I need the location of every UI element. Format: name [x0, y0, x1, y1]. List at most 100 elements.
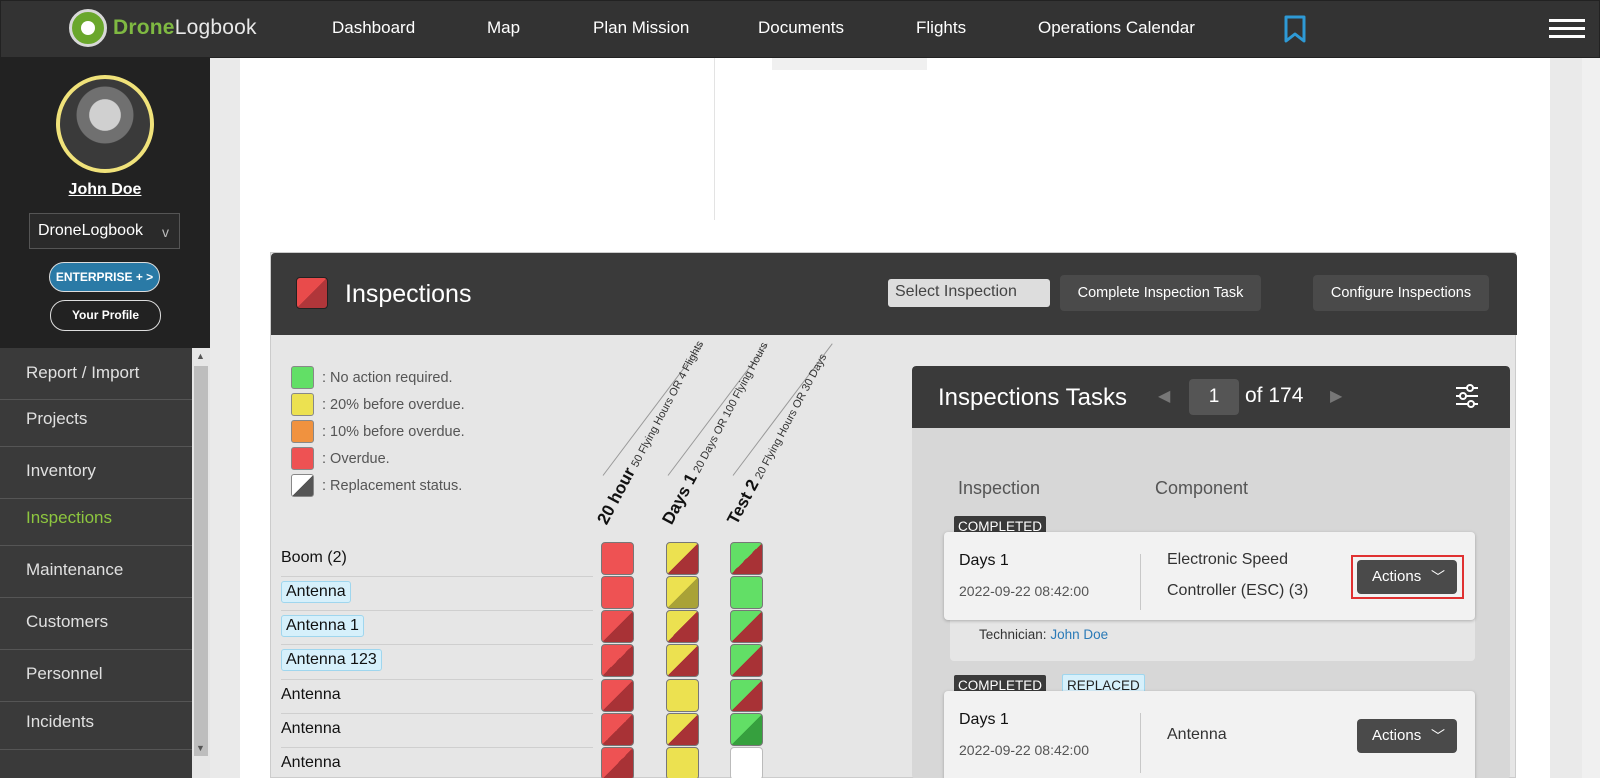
- component-row-label[interactable]: Antenna 1: [281, 615, 364, 637]
- org-select[interactable]: DroneLogbook v: [29, 213, 180, 249]
- task-date: 2022-09-22 08:42:00: [959, 583, 1089, 599]
- component-row-label[interactable]: Antenna: [281, 754, 341, 772]
- status-cell[interactable]: [730, 747, 763, 778]
- status-cell[interactable]: [730, 713, 763, 746]
- sidebar-item-customers[interactable]: Customers: [0, 598, 192, 650]
- page-number-input[interactable]: 1: [1189, 379, 1239, 415]
- legend-item: : No action required.: [291, 366, 453, 389]
- select-inspection-dropdown[interactable]: Select Inspection: [888, 279, 1050, 307]
- nav-map[interactable]: Map: [487, 18, 520, 38]
- chevron-down-icon: ﹀: [1431, 569, 1445, 585]
- logo-icon: [69, 9, 107, 47]
- column-header-inspection: Inspection: [958, 478, 1041, 498]
- sidebar-item-report-import[interactable]: Report / Import: [0, 351, 192, 400]
- status-cell[interactable]: [666, 679, 699, 712]
- status-cell[interactable]: [666, 610, 699, 643]
- legend-swatch: [291, 474, 314, 497]
- inspection-tasks-card: Inspections Tasks ◀ 1 of 174 ▶ Inspectio…: [912, 366, 1510, 778]
- panel-title: Inspections: [345, 280, 472, 308]
- next-page-icon[interactable]: ▶: [1330, 386, 1342, 406]
- actions-dropdown-button[interactable]: Actions ﹀: [1357, 560, 1457, 594]
- filter-settings-icon[interactable]: [1456, 384, 1478, 408]
- sidebar-item-personnel[interactable]: Personnel: [0, 650, 192, 702]
- sidebar-item-projects[interactable]: Projects: [0, 400, 192, 447]
- row-divider: [281, 610, 593, 611]
- task-card[interactable]: Days 1 2022-09-22 08:42:00 Antenna Actio…: [944, 691, 1475, 778]
- tasks-title: Inspections Tasks: [938, 384, 1127, 411]
- nav-dashboard[interactable]: Dashboard: [332, 18, 415, 38]
- status-cell[interactable]: [601, 644, 634, 677]
- status-cell[interactable]: [601, 713, 634, 746]
- chevron-down-icon: v: [162, 224, 169, 240]
- status-cell[interactable]: [730, 644, 763, 677]
- status-cell[interactable]: [666, 747, 699, 778]
- avatar[interactable]: [56, 75, 154, 173]
- status-cell[interactable]: [730, 679, 763, 712]
- legend-swatch: [291, 366, 314, 389]
- app-logo[interactable]: DroneLogbook: [69, 9, 257, 47]
- scroll-up-icon[interactable]: ▲: [196, 351, 205, 361]
- inspections-header: Inspections Select Inspection Complete I…: [271, 253, 1517, 335]
- status-cell[interactable]: [666, 644, 699, 677]
- actions-dropdown-button[interactable]: Actions ﹀: [1357, 719, 1457, 753]
- nav-flights[interactable]: Flights: [916, 18, 966, 38]
- legend-swatch: [291, 447, 314, 470]
- task-component: Electronic Speed Controller (ESC) (3): [1167, 551, 1309, 599]
- sidebar-item-inventory[interactable]: Inventory: [0, 447, 192, 499]
- legend-item: : Overdue.: [291, 447, 390, 470]
- scroll-down-icon[interactable]: ▼: [196, 743, 205, 753]
- sidebar-item-maintenance[interactable]: Maintenance: [0, 546, 192, 598]
- nav-documents[interactable]: Documents: [758, 18, 844, 38]
- status-cell[interactable]: [730, 576, 763, 609]
- hamburger-menu-icon[interactable]: [1549, 19, 1585, 41]
- page-scrollbar[interactable]: [1582, 58, 1600, 778]
- legend-item: : 20% before overdue.: [291, 393, 465, 416]
- technician-link[interactable]: John Doe: [1050, 627, 1108, 642]
- row-divider: [281, 576, 593, 577]
- status-cell[interactable]: [666, 713, 699, 746]
- component-row-label[interactable]: Antenna 123: [281, 649, 382, 671]
- row-divider: [281, 713, 593, 714]
- status-cell[interactable]: [730, 610, 763, 643]
- component-row-label[interactable]: Antenna: [281, 686, 341, 704]
- task-inspection-name: Days 1: [959, 552, 1009, 569]
- scrollbar-thumb[interactable]: [194, 366, 208, 756]
- task-card[interactable]: Days 1 2022-09-22 08:42:00 Electronic Sp…: [944, 532, 1475, 620]
- status-cell[interactable]: [601, 576, 634, 609]
- user-name-link[interactable]: John Doe: [0, 181, 210, 199]
- divider: [1140, 554, 1141, 610]
- component-row-label[interactable]: Boom (2): [281, 549, 347, 567]
- your-profile-button[interactable]: Your Profile: [50, 300, 161, 331]
- chevron-down-icon: ﹀: [1431, 728, 1445, 744]
- sidebar-item-incidents[interactable]: Incidents: [0, 702, 192, 750]
- legend-item: : Replacement status.: [291, 474, 462, 497]
- inspections-panel: Inspections Select Inspection Complete I…: [270, 252, 1517, 778]
- row-divider: [281, 679, 593, 680]
- complete-inspection-task-button[interactable]: Complete Inspection Task: [1060, 275, 1261, 311]
- enterprise-button[interactable]: ENTERPRISE + >: [49, 262, 160, 292]
- sidebar-item-inspections[interactable]: Inspections: [0, 499, 192, 546]
- sidebar-scrollbar[interactable]: ▲ ▼: [192, 348, 210, 778]
- component-row-label[interactable]: Antenna: [281, 720, 341, 738]
- inspection-status-icon: [296, 277, 328, 309]
- technician: Technician: John Doe: [979, 627, 1109, 642]
- status-cell[interactable]: [601, 542, 634, 575]
- status-cell[interactable]: [666, 542, 699, 575]
- nav-operations-calendar[interactable]: Operations Calendar: [1038, 18, 1195, 38]
- task-date: 2022-09-22 08:42:00: [959, 742, 1089, 758]
- nav-plan-mission[interactable]: Plan Mission: [593, 18, 689, 38]
- bookmark-icon[interactable]: [1284, 15, 1306, 43]
- status-cell[interactable]: [730, 542, 763, 575]
- row-divider: [281, 644, 593, 645]
- status-cell[interactable]: [666, 576, 699, 609]
- divider: [1140, 713, 1141, 773]
- prev-page-icon[interactable]: ◀: [1158, 386, 1170, 406]
- status-cell[interactable]: [601, 610, 634, 643]
- sidebar-menu: Report / Import Projects Inventory Inspe…: [0, 348, 192, 778]
- configure-inspections-button[interactable]: Configure Inspections: [1313, 275, 1489, 311]
- task-inspection-name: Days 1: [959, 711, 1009, 728]
- status-cell[interactable]: [601, 679, 634, 712]
- component-row-label[interactable]: Antenna: [281, 581, 351, 603]
- top-nav: DroneLogbook Dashboard Map Plan Mission …: [0, 0, 1600, 58]
- status-cell[interactable]: [601, 747, 634, 778]
